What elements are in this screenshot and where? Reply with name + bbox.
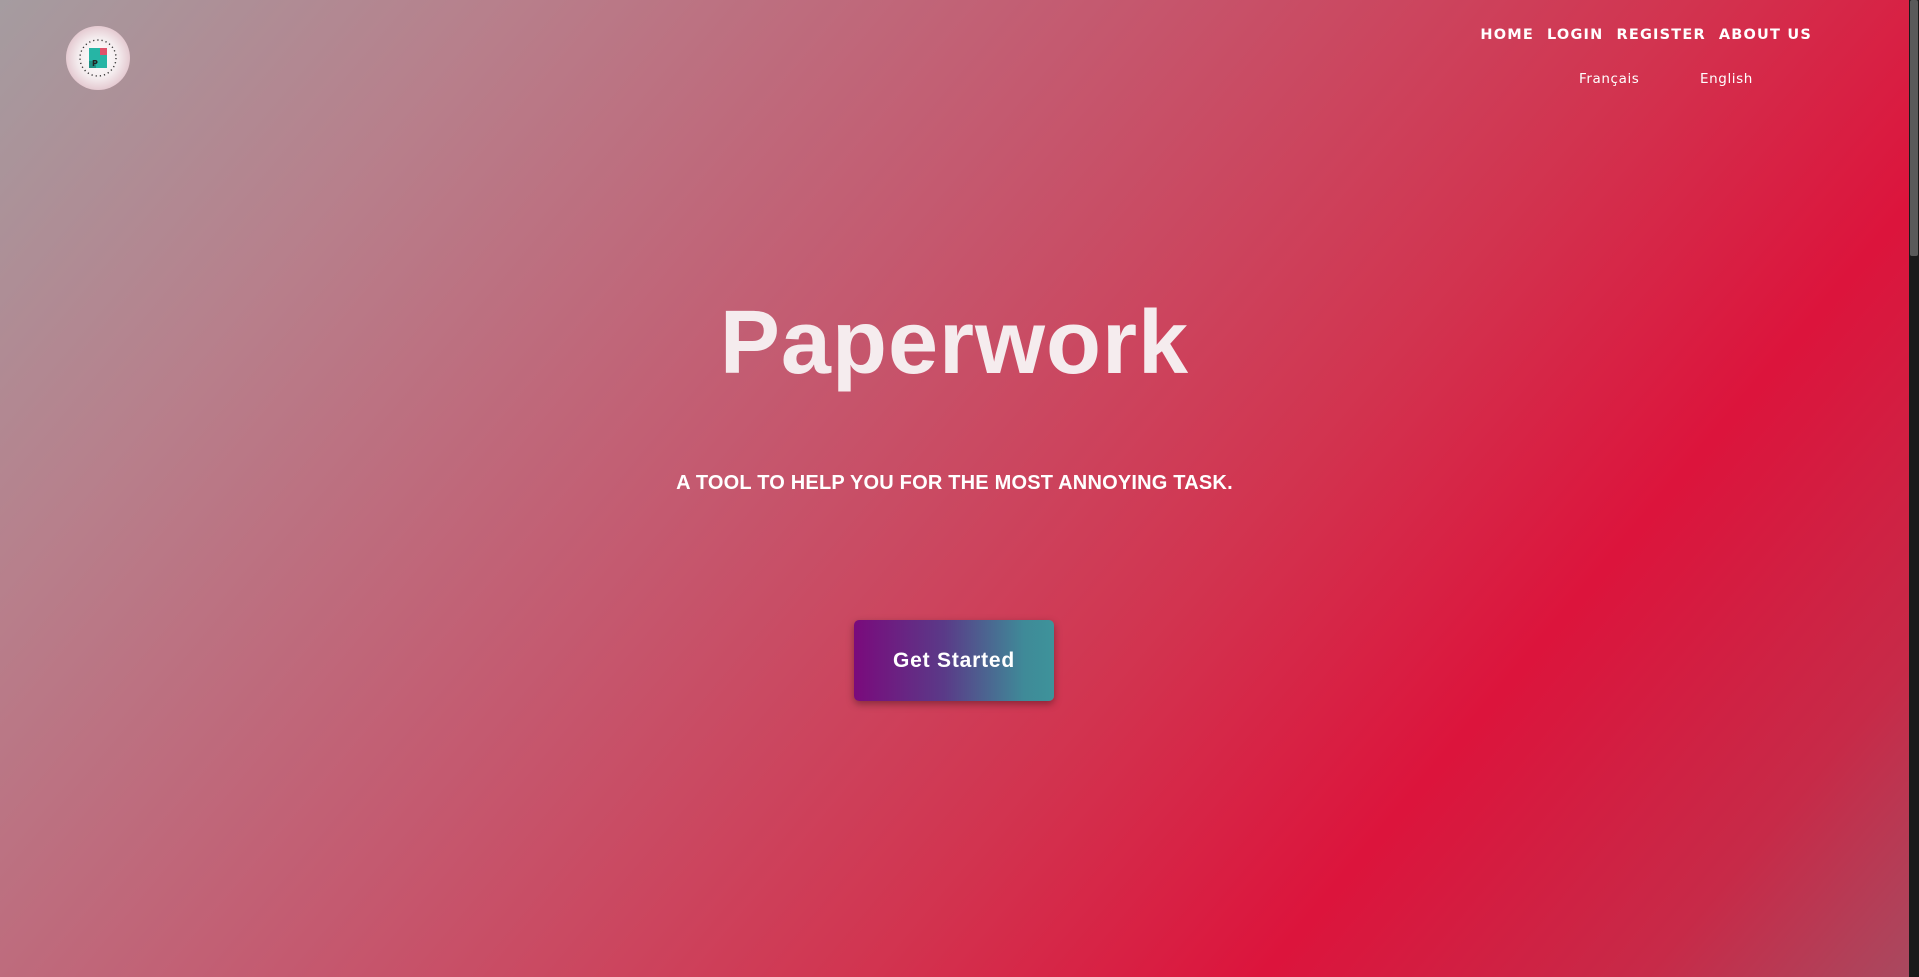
site-logo[interactable]: P bbox=[66, 26, 130, 90]
scrollbar-thumb[interactable] bbox=[1910, 0, 1918, 256]
paperwork-logo-icon: P bbox=[79, 39, 117, 77]
nav-register-link[interactable]: REGISTER bbox=[1616, 27, 1705, 43]
nav-about-link[interactable]: ABOUT US bbox=[1719, 27, 1812, 43]
hero-title: Paperwork bbox=[719, 293, 1190, 393]
svg-text:P: P bbox=[92, 59, 98, 68]
page-scrollbar[interactable] bbox=[1909, 0, 1919, 977]
language-english-link[interactable]: English bbox=[1700, 71, 1753, 87]
main-nav: HOME LOGIN REGISTER ABOUT US bbox=[1480, 27, 1812, 43]
hero-subtitle: A TOOL TO HELP YOU FOR THE MOST ANNOYING… bbox=[676, 472, 1233, 494]
landing-page: P HOME LOGIN REGISTER ABOUT US Français … bbox=[0, 0, 1919, 977]
language-french-link[interactable]: Français bbox=[1579, 71, 1639, 87]
page-content: P HOME LOGIN REGISTER ABOUT US Français … bbox=[0, 0, 1909, 977]
get-started-button[interactable]: Get Started bbox=[854, 620, 1054, 701]
nav-login-link[interactable]: LOGIN bbox=[1547, 27, 1603, 43]
nav-home-link[interactable]: HOME bbox=[1480, 27, 1534, 43]
